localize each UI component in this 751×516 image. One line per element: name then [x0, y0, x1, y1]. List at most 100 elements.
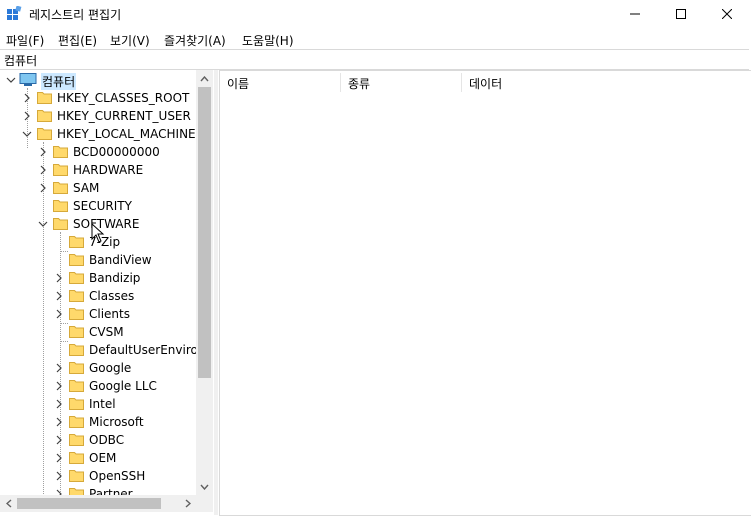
- tree-item-intel[interactable]: Intel: [0, 395, 196, 413]
- column-header-data[interactable]: 데이터: [462, 71, 742, 94]
- tree-vertical-scrollbar[interactable]: [196, 70, 213, 495]
- menu-help[interactable]: 도움말(H): [242, 32, 294, 49]
- tree-label: CVSM: [89, 325, 124, 339]
- folder-icon: [69, 380, 84, 392]
- tree-item-sam[interactable]: SAM: [0, 179, 196, 197]
- folder-icon: [69, 416, 84, 428]
- tree-item-hkcu[interactable]: HKEY_CURRENT_USER: [0, 107, 196, 125]
- tree-label: ODBC: [89, 433, 125, 447]
- folder-open-icon: [37, 128, 52, 140]
- scrollbar-corner: [196, 495, 213, 512]
- tree-item-hkcr[interactable]: HKEY_CLASSES_ROOT: [0, 89, 196, 107]
- folder-icon: [69, 290, 84, 302]
- tree-label: OEM: [89, 451, 117, 465]
- folder-icon: [53, 146, 68, 158]
- expand-icon[interactable]: [37, 161, 49, 179]
- menu-view[interactable]: 보기(V): [110, 32, 150, 49]
- expand-icon[interactable]: [37, 143, 49, 161]
- folder-icon: [53, 164, 68, 176]
- column-header-name[interactable]: 이름: [220, 71, 340, 94]
- menu-edit[interactable]: 편집(E): [58, 32, 97, 49]
- scroll-thumb[interactable]: [17, 498, 161, 509]
- tree-label: SECURITY: [73, 199, 132, 213]
- key-tree[interactable]: 컴퓨터 HKEY_CLASSES_ROOT HKEY_CURRENT_USER …: [0, 70, 215, 515]
- tree-label: SAM: [73, 181, 100, 195]
- tree-item-google-llc[interactable]: Google LLC: [0, 377, 196, 395]
- tree-label: Google: [89, 361, 132, 375]
- tree-item-odbc[interactable]: ODBC: [0, 431, 196, 449]
- tree-item-oem[interactable]: OEM: [0, 449, 196, 467]
- tree-item-bandizip[interactable]: Bandizip: [0, 269, 196, 287]
- folder-icon: [37, 110, 52, 122]
- folder-icon: [69, 470, 84, 482]
- folder-icon: [69, 434, 84, 446]
- tree-item-openssh[interactable]: OpenSSH: [0, 467, 196, 485]
- expand-icon[interactable]: [53, 413, 65, 431]
- scroll-down-button[interactable]: [196, 478, 213, 495]
- tree-label: Google LLC: [89, 379, 157, 393]
- tree-item-hardware[interactable]: HARDWARE: [0, 161, 196, 179]
- column-header-type[interactable]: 종류: [341, 71, 461, 94]
- tree-label: DefaultUserEnvironm: [89, 343, 196, 357]
- menu-file[interactable]: 파일(F): [6, 32, 44, 49]
- menu-favorites[interactable]: 즐겨찾기(A): [164, 32, 226, 49]
- scroll-up-button[interactable]: [196, 70, 213, 87]
- column-header-label: 데이터: [469, 77, 503, 91]
- expand-icon[interactable]: [21, 89, 33, 107]
- close-button[interactable]: [704, 0, 750, 28]
- expand-icon[interactable]: [53, 269, 65, 287]
- expand-icon[interactable]: [53, 305, 65, 323]
- tree-item-computer[interactable]: 컴퓨터: [0, 71, 196, 90]
- tree-label: HKEY_LOCAL_MACHINE: [57, 127, 196, 141]
- folder-icon: [53, 200, 68, 212]
- expand-icon[interactable]: [53, 395, 65, 413]
- expand-icon[interactable]: [53, 287, 65, 305]
- tree-item-clients[interactable]: Clients: [0, 305, 196, 323]
- tree-item-cvsm[interactable]: CVSM: [0, 323, 196, 341]
- scroll-left-button[interactable]: [0, 495, 17, 512]
- values-list[interactable]: 이름 종류 데이터: [219, 70, 751, 516]
- window-title: 레지스트리 편집기: [29, 8, 122, 22]
- folder-icon: [69, 326, 84, 338]
- expand-icon[interactable]: [53, 359, 65, 377]
- tree-item-bandiview[interactable]: BandiView: [0, 251, 196, 269]
- tree-item-hklm[interactable]: HKEY_LOCAL_MACHINE: [0, 125, 196, 143]
- expand-icon[interactable]: [53, 431, 65, 449]
- collapse-icon[interactable]: [37, 215, 49, 233]
- expand-icon[interactable]: [53, 377, 65, 395]
- folder-icon: [53, 182, 68, 194]
- chevron-right-icon: [185, 499, 191, 508]
- folder-icon: [69, 452, 84, 464]
- tree-label: Classes: [89, 289, 135, 303]
- minimize-button[interactable]: [612, 0, 658, 28]
- folder-icon: [69, 344, 84, 356]
- tree-item-security[interactable]: SECURITY: [0, 197, 196, 215]
- expand-icon[interactable]: [21, 107, 33, 125]
- folder-icon: [69, 308, 84, 320]
- tree-item-defaultuserenvironment[interactable]: DefaultUserEnvironm: [0, 341, 196, 359]
- folder-icon: [37, 92, 52, 104]
- tree-item-microsoft[interactable]: Microsoft: [0, 413, 196, 431]
- column-header-label: 이름: [227, 77, 250, 91]
- collapse-icon[interactable]: [5, 71, 17, 89]
- tree-label: HARDWARE: [73, 163, 144, 177]
- expand-icon[interactable]: [37, 179, 49, 197]
- pane-splitter[interactable]: [214, 70, 218, 515]
- title-bar: 레지스트리 편집기: [0, 0, 751, 28]
- tree-label: SOFTWARE: [73, 217, 140, 231]
- address-bar[interactable]: 컴퓨터: [0, 49, 749, 70]
- maximize-button[interactable]: [658, 0, 704, 28]
- tree-item-google[interactable]: Google: [0, 359, 196, 377]
- scroll-thumb[interactable]: [198, 87, 211, 378]
- collapse-icon[interactable]: [21, 125, 33, 143]
- scroll-right-button[interactable]: [179, 495, 196, 512]
- tree-item-bcd[interactable]: BCD00000000: [0, 143, 196, 161]
- tree-item-classes[interactable]: Classes: [0, 287, 196, 305]
- expand-icon[interactable]: [53, 467, 65, 485]
- registry-editor-icon: [7, 6, 22, 20]
- expand-icon[interactable]: [53, 449, 65, 467]
- tree-horizontal-scrollbar[interactable]: [0, 495, 196, 512]
- column-header-label: 종류: [348, 77, 371, 91]
- mouse-cursor-icon: [91, 223, 105, 243]
- menu-bar: 파일(F) 편집(E) 보기(V) 즐겨찾기(A) 도움말(H): [0, 29, 751, 49]
